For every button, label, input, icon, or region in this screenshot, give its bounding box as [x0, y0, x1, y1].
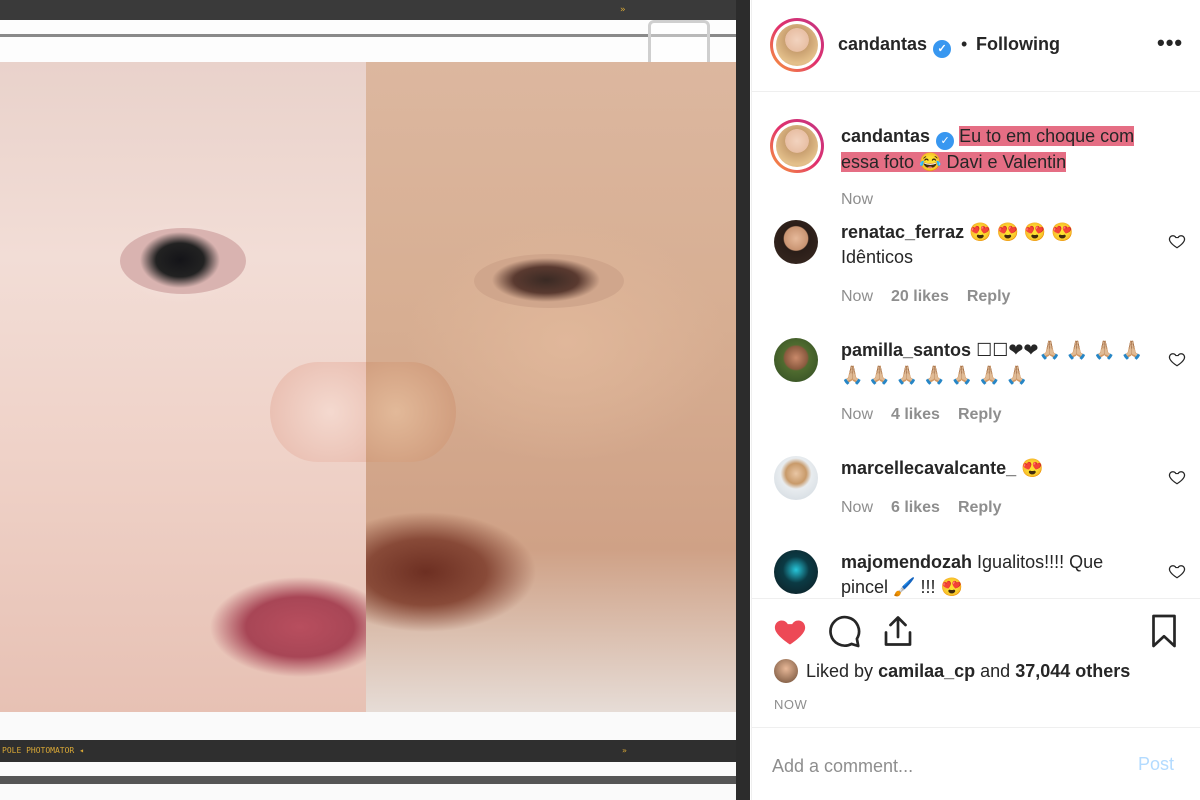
comment-time[interactable]: Now	[841, 499, 873, 516]
comment-username[interactable]: renatac_ferraz	[841, 222, 964, 242]
post-photo[interactable]: » POLE PHOTOMATOR ◂ »	[0, 0, 750, 800]
film-mark-bottom: POLE PHOTOMATOR ◂	[2, 746, 84, 755]
verified-badge-icon: ✓	[936, 132, 955, 150]
likes-summary[interactable]: Liked by camilaa_cp and 37,044 others	[806, 661, 1130, 682]
author-username-wrap[interactable]: candantas ✓	[838, 34, 952, 58]
more-options-icon[interactable]: •••	[1157, 30, 1183, 56]
comment-body-line2: pincel 🖌️ !!! 😍	[841, 577, 963, 597]
film-mark-bottom-right: »	[622, 746, 627, 755]
bookmark-icon[interactable]	[1146, 613, 1182, 649]
header-separator: •	[961, 34, 968, 54]
author-username[interactable]: candantas	[838, 34, 927, 54]
share-icon[interactable]	[880, 613, 916, 649]
comment-text: majomendozah Igualitos!!!! Que pincel 🖌️…	[841, 550, 1151, 597]
like-heart-icon[interactable]	[772, 613, 808, 649]
comment-text: marcellecavalcante_ 😍	[841, 456, 1151, 481]
comment-heart-icon[interactable]	[1168, 350, 1186, 368]
commenter-avatar[interactable]	[774, 456, 818, 500]
comment-body: 😍	[1021, 458, 1044, 478]
commenter-avatar[interactable]	[774, 338, 818, 382]
film-frame-bottom: POLE PHOTOMATOR ◂ »	[0, 712, 750, 800]
comment-body-line2: Idênticos	[841, 247, 914, 267]
film-strip-bottom	[0, 740, 750, 762]
comment-meta: Now 6 likes Reply	[841, 499, 1002, 517]
comments-list[interactable]: candantas ✓ Eu to em choque com essa foto…	[752, 93, 1200, 597]
liked-and: and	[980, 661, 1011, 681]
caption-username[interactable]: candantas	[841, 126, 930, 146]
baby-nose-right	[366, 362, 456, 462]
comment-text: pamilla_santos ☐☐❤❤🙏🏼 🙏🏼 🙏🏼 🙏🏼 🙏🏼 🙏🏼 🙏🏼 …	[841, 338, 1151, 388]
film-frame-right	[736, 0, 750, 800]
comment-item: pamilla_santos ☐☐❤❤🙏🏼 🙏🏼 🙏🏼 🙏🏼 🙏🏼 🙏🏼 🙏🏼 …	[752, 338, 1200, 456]
comment-heart-icon[interactable]	[1168, 562, 1186, 580]
baby-eye-left	[120, 228, 246, 294]
baby-nose-left	[270, 362, 366, 462]
reply-button[interactable]: Reply	[958, 406, 1002, 423]
film-strip-edge	[0, 776, 750, 784]
comment-heart-icon[interactable]	[1168, 232, 1186, 250]
comment-body: 😍 😍 😍 😍	[969, 222, 1074, 242]
film-strip-top	[0, 0, 750, 20]
comment-meta: Now 4 likes Reply	[841, 406, 1002, 424]
liked-user[interactable]: camilaa_cp	[878, 661, 975, 681]
film-frame-top: »	[0, 0, 750, 76]
comment-username[interactable]: pamilla_santos	[841, 340, 971, 360]
comment-likes[interactable]: 6 likes	[891, 499, 940, 516]
verified-badge-icon: ✓	[933, 40, 952, 58]
post-header: candantas ✓ • Following •••	[752, 0, 1200, 92]
comment-username[interactable]: majomendozah	[841, 552, 972, 572]
comment-body: Igualitos!!!! Que	[977, 552, 1104, 572]
baby-face-right	[366, 62, 738, 712]
comment-item: renatac_ferraz 😍 😍 😍 😍 Idênticos Now 20 l…	[752, 220, 1200, 338]
liked-count[interactable]: 37,044 others	[1015, 661, 1130, 681]
comment-text: renatac_ferraz 😍 😍 😍 😍 Idênticos	[841, 220, 1151, 270]
comment-username[interactable]: marcellecavalcante_	[841, 458, 1016, 478]
film-mark: »	[620, 5, 626, 15]
post-side-panel: candantas ✓ • Following ••• candantas ✓ Eu…	[751, 0, 1200, 800]
comment-heart-icon[interactable]	[1168, 468, 1186, 486]
film-line	[0, 34, 750, 37]
post-actions: Liked by camilaa_cp and 37,044 others NO…	[752, 598, 1200, 726]
liked-prefix: Liked by	[806, 661, 874, 681]
post-timestamp[interactable]: NOW	[774, 697, 807, 712]
comment-body-line2: 🙏🏼 🙏🏼 🙏🏼 🙏🏼 🙏🏼 🙏🏼 🙏🏼	[841, 365, 1028, 385]
comment-meta: Now 20 likes Reply	[841, 288, 1010, 306]
comment-bubble-icon[interactable]	[826, 613, 862, 649]
baby-face-left	[0, 62, 366, 712]
add-comment-input[interactable]	[772, 752, 1112, 780]
liker-avatar[interactable]	[774, 659, 798, 683]
author-avatar[interactable]	[770, 18, 824, 72]
comment-likes[interactable]: 20 likes	[891, 288, 949, 305]
following-button[interactable]: Following	[976, 34, 1060, 55]
comment-item: majomendozah Igualitos!!!! Que pincel 🖌️…	[752, 550, 1200, 597]
baby-eye-right	[474, 254, 624, 308]
commenter-avatar[interactable]	[774, 550, 818, 594]
comment-time[interactable]: Now	[841, 288, 873, 305]
post-comment-button[interactable]: Post	[1138, 754, 1174, 775]
comment-time[interactable]: Now	[841, 406, 873, 423]
comment-likes[interactable]: 4 likes	[891, 406, 940, 423]
caption-time[interactable]: Now	[841, 191, 873, 209]
reply-button[interactable]: Reply	[967, 288, 1011, 305]
add-comment-bar: Post	[752, 727, 1200, 800]
reply-button[interactable]: Reply	[958, 499, 1002, 516]
comment-body: ☐☐❤❤🙏🏼 🙏🏼 🙏🏼 🙏🏼	[976, 340, 1144, 360]
commenter-avatar[interactable]	[774, 220, 818, 264]
caption-avatar[interactable]	[770, 119, 824, 173]
caption: candantas ✓ Eu to em choque com essa foto…	[841, 124, 1171, 174]
